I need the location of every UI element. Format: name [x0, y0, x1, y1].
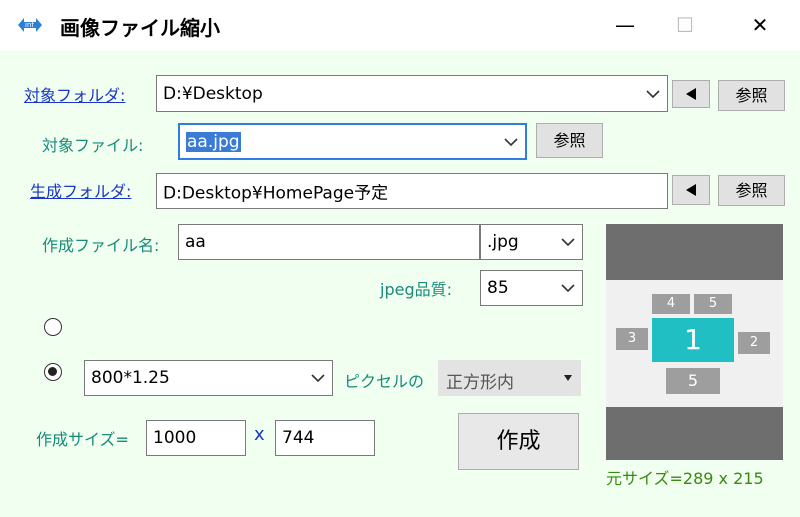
- pixel-label: ピクセルの: [344, 372, 425, 391]
- target-folder-combo[interactable]: D:¥Desktop: [156, 75, 668, 112]
- caret-down-icon: [564, 375, 572, 381]
- app-icon: inf: [18, 18, 42, 32]
- output-folder-input[interactable]: D:Desktop¥HomePage予定: [156, 173, 668, 209]
- radio-option-2[interactable]: [44, 363, 62, 381]
- target-folder-browse-button[interactable]: 参照: [718, 80, 785, 111]
- title-bar: inf 画像ファイル縮小 — ☐ ✕: [0, 0, 800, 50]
- preview-box-5-bottom: 5: [666, 368, 720, 394]
- back-button[interactable]: [672, 80, 710, 108]
- output-folder-label[interactable]: 生成フォルダ:: [30, 178, 131, 202]
- output-folder-browse-button[interactable]: 参照: [718, 175, 785, 206]
- target-folder-value: D:¥Desktop: [163, 83, 263, 104]
- height-input[interactable]: 744: [275, 420, 375, 456]
- jpeg-quality-value: 85: [487, 278, 509, 298]
- output-folder-value: D:Desktop¥HomePage予定: [163, 183, 389, 204]
- chevron-down-icon: [311, 374, 325, 383]
- height-value: 744: [282, 428, 315, 448]
- chevron-down-icon: [561, 238, 575, 247]
- jpeg-quality-label: jpeg品質:: [380, 280, 452, 299]
- output-name-value: aa: [185, 232, 206, 252]
- extension-combo[interactable]: .jpg: [480, 224, 583, 260]
- chevron-down-icon: [504, 137, 518, 146]
- chevron-down-icon: [646, 89, 660, 98]
- extension-value: .jpg: [487, 232, 519, 252]
- preview-box-5-top: 5: [694, 294, 732, 314]
- fit-mode-value: 正方形内: [446, 373, 514, 393]
- radio-option-1[interactable]: [44, 318, 62, 336]
- close-button[interactable]: ✕: [740, 10, 780, 40]
- preview-box-2: 2: [738, 332, 770, 354]
- minimize-button[interactable]: —: [605, 10, 645, 40]
- preview-box-4: 4: [652, 294, 690, 314]
- preview-box-1: 1: [652, 318, 734, 362]
- preview-image-area: 4 5 3 1 2 5: [606, 280, 783, 407]
- output-name-label: 作成ファイル名:: [42, 236, 160, 255]
- create-button[interactable]: 作成: [458, 413, 579, 470]
- width-value: 1000: [153, 428, 197, 448]
- preview-box-3: 3: [616, 328, 648, 350]
- jpeg-quality-combo[interactable]: 85: [480, 270, 583, 306]
- target-file-browse-button[interactable]: 参照: [536, 123, 603, 158]
- triangle-left-icon: [686, 184, 696, 196]
- fit-mode-combo[interactable]: 正方形内: [438, 360, 581, 396]
- layout-preview: 4 5 3 1 2 5: [606, 224, 783, 460]
- triangle-left-icon: [686, 88, 696, 100]
- back-button[interactable]: [672, 175, 710, 205]
- create-size-label: 作成サイズ=: [36, 430, 129, 449]
- svg-text:inf: inf: [25, 21, 34, 29]
- width-input[interactable]: 1000: [146, 420, 246, 456]
- times-label: x: [254, 424, 265, 445]
- target-file-value: aa.jpg: [186, 131, 241, 152]
- window-title: 画像ファイル縮小: [60, 16, 220, 40]
- target-file-label: 対象ファイル:: [42, 136, 144, 155]
- maximize-button[interactable]: ☐: [665, 10, 705, 40]
- output-name-input[interactable]: aa: [178, 224, 480, 260]
- original-size-label: 元サイズ=289 x 215: [606, 469, 764, 488]
- resize-value: 800*1.25: [91, 368, 170, 388]
- resize-combo[interactable]: 800*1.25: [84, 360, 333, 396]
- target-file-combo[interactable]: aa.jpg: [178, 123, 527, 160]
- chevron-down-icon: [561, 284, 575, 293]
- target-folder-label[interactable]: 対象フォルダ:: [24, 82, 125, 106]
